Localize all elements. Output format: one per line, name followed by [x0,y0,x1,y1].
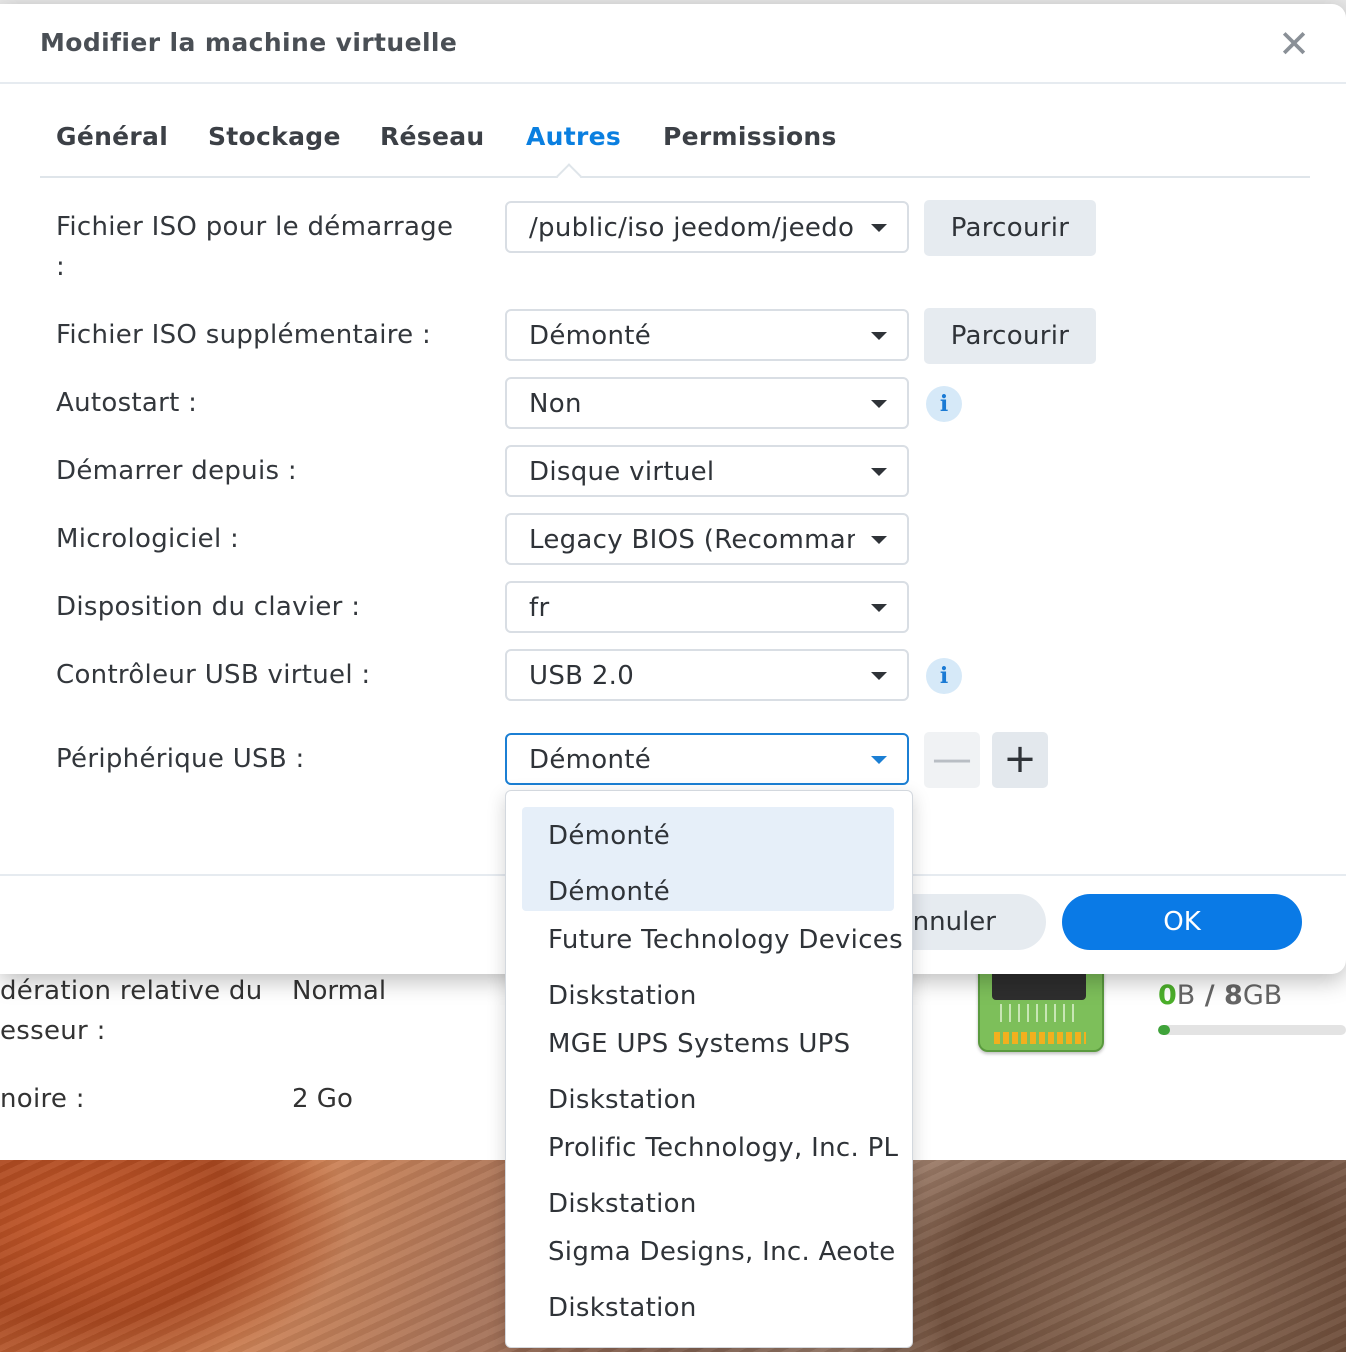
dropdown-option[interactable]: Sigma Designs, Inc. Aeote Diskstation [506,1227,912,1331]
chevron-down-icon [871,604,887,612]
usb-device-value: Démonté [529,745,652,775]
cpu-priority-label-line2: esseur : [0,1016,106,1046]
extra-iso-browse-button[interactable]: Parcourir [924,308,1096,364]
option-name: Prolific Technology, Inc. PL [548,1133,899,1163]
option-host: Diskstation [548,1085,697,1115]
autostart-select[interactable]: Non [505,377,909,429]
firmware-select[interactable]: Legacy BIOS (Recommandé) [505,513,909,565]
chevron-down-icon [871,224,887,232]
memory-value: 2 Go [292,1084,353,1114]
memory-usage-fill [1158,1025,1170,1035]
boot-iso-label: Fichier ISO pour le démarrage [56,212,454,242]
chevron-down-icon [871,400,887,408]
extra-iso-value: Démonté [529,321,652,351]
memory-total-unit: GB [1242,980,1283,1011]
keyboard-layout-value: fr [529,593,550,623]
option-name: Démonté [548,821,671,851]
chevron-down-icon [871,536,887,544]
chevron-down-icon [871,756,887,764]
memory-total-number: 8 [1224,980,1243,1011]
memory-used-unit: B [1176,980,1196,1011]
boot-iso-value: /public/iso jeedom/jeedom [529,213,855,243]
keyboard-layout-select[interactable]: fr [505,581,909,633]
ok-button[interactable]: OK [1062,894,1302,950]
add-usb-device-button[interactable]: + [992,732,1048,788]
boot-iso-browse-button[interactable]: Parcourir [924,200,1096,256]
tab-bar: Général Stockage Réseau Autres Permissio… [40,108,1310,189]
info-icon[interactable]: i [926,386,962,422]
cpu-priority-label-line1: dération relative du [0,976,263,1006]
chevron-down-icon [871,332,887,340]
tab-network[interactable]: Réseau [380,122,485,151]
active-tab-indicator [556,163,582,189]
usb-device-dropdown: Démonté Démonté Future Technology Device… [505,790,913,1348]
memory-used-number: 0 [1158,980,1177,1011]
dialog-title: Modifier la machine virtuelle [40,28,458,57]
boot-from-value: Disque virtuel [529,457,715,487]
info-icon[interactable]: i [926,658,962,694]
boot-from-label: Démarrer depuis : [56,456,297,486]
memory-usage-bar [1158,1025,1346,1035]
usb-controller-label: Contrôleur USB virtuel : [56,660,371,690]
chevron-down-icon [871,672,887,680]
option-name: Sigma Designs, Inc. Aeote [548,1237,896,1267]
boot-from-select[interactable]: Disque virtuel [505,445,909,497]
firmware-value: Legacy BIOS (Recommandé) [529,525,855,555]
memory-label: noire : [0,1084,85,1114]
memory-usage-readout: 0B / 8GB [1158,980,1282,1011]
dropdown-option[interactable]: Future Technology Devices Diskstation [506,915,912,1019]
dropdown-option[interactable]: MGE UPS Systems UPS Diskstation [506,1019,912,1123]
tab-permissions[interactable]: Permissions [663,122,837,151]
usb-device-label: Périphérique USB : [56,744,305,774]
ram-traces [1000,1004,1080,1022]
close-icon[interactable]: ✕ [1276,25,1312,63]
autostart-label: Autostart : [56,388,198,418]
keyboard-layout-label: Disposition du clavier : [56,592,361,622]
option-name: Future Technology Devices [548,925,903,955]
usb-controller-value: USB 2.0 [529,661,635,691]
dropdown-option[interactable]: Démonté Démonté [506,807,912,911]
memory-separator: / [1204,980,1215,1011]
tab-general[interactable]: Général [56,122,168,151]
option-host: Diskstation [548,1293,697,1323]
chevron-down-icon [871,468,887,476]
dialog-header: Modifier la machine virtuelle ✕ [0,4,1346,84]
tab-others[interactable]: Autres [526,122,621,151]
dropdown-option[interactable]: Prolific Technology, Inc. PL Diskstation [506,1123,912,1227]
usb-device-select[interactable]: Démonté [505,733,909,785]
boot-iso-select[interactable]: /public/iso jeedom/jeedom [505,201,909,253]
option-host: Démonté [548,877,671,907]
usb-controller-select[interactable]: USB 2.0 [505,649,909,701]
option-host: Diskstation [548,1189,697,1219]
firmware-label: Micrologiciel : [56,524,240,554]
remove-usb-device-button[interactable]: — [924,732,980,788]
autostart-value: Non [529,389,582,419]
cpu-priority-value: Normal [292,976,387,1006]
ram-module-icon [978,962,1104,1052]
tab-storage[interactable]: Stockage [208,122,341,151]
ram-pins [994,1032,1086,1044]
extra-iso-select[interactable]: Démonté [505,309,909,361]
extra-iso-label: Fichier ISO supplémentaire : [56,320,432,350]
boot-iso-label-colon: : [56,252,66,282]
option-host: Diskstation [548,981,697,1011]
option-name: MGE UPS Systems UPS [548,1029,851,1059]
